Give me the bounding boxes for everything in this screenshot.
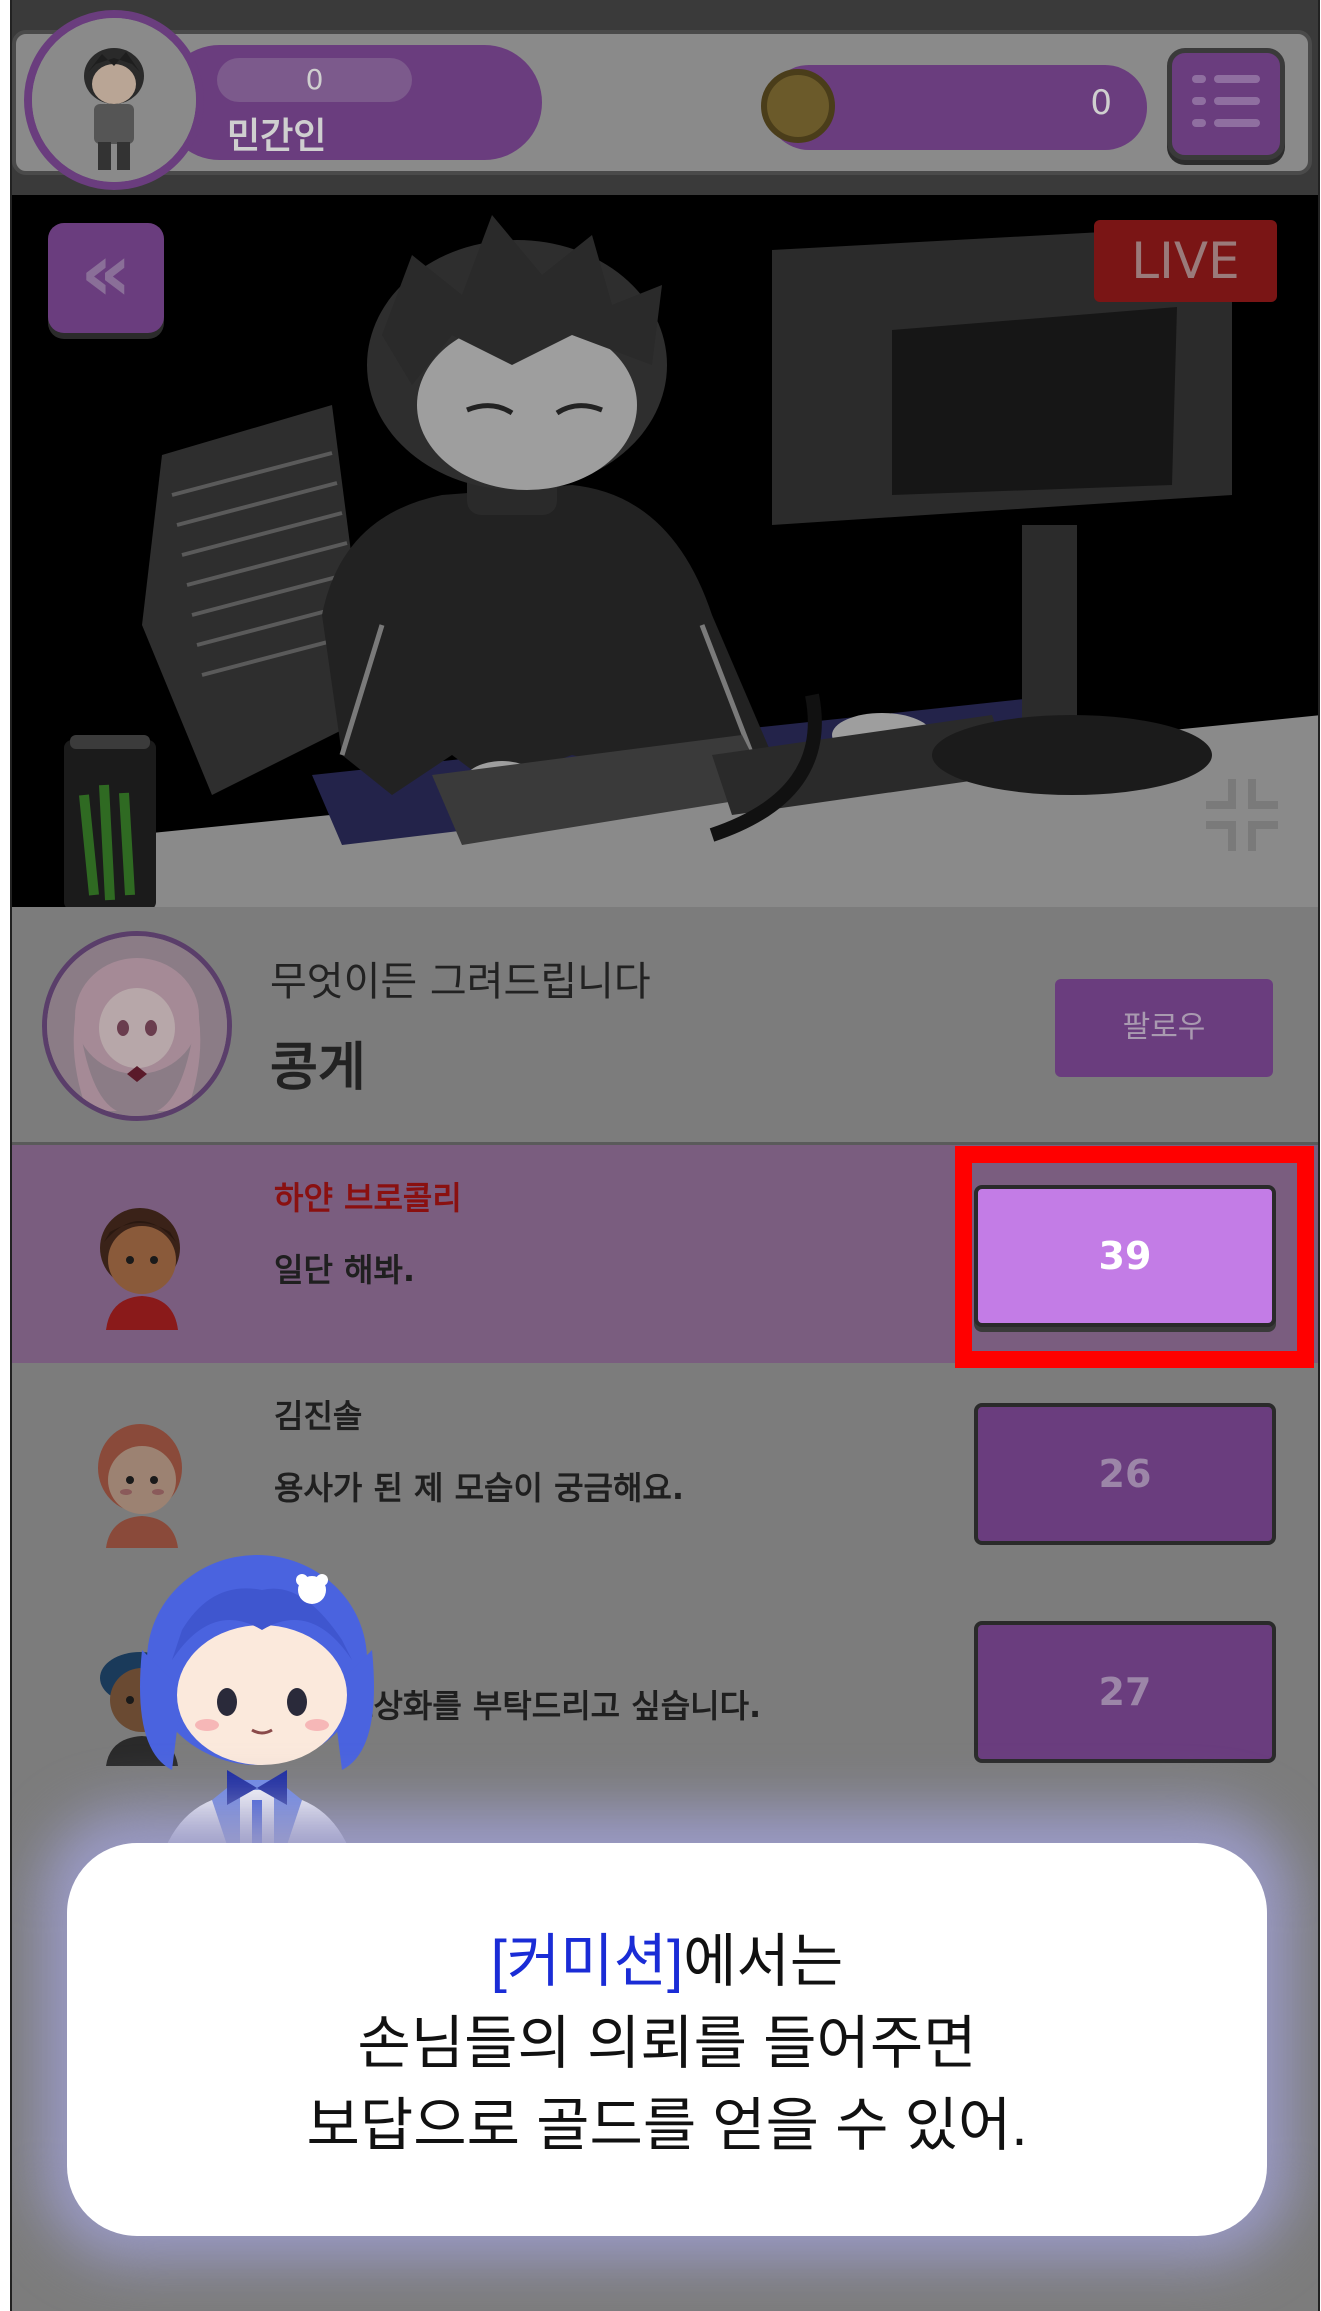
gold-coin-icon	[761, 69, 835, 143]
back-button[interactable]: «	[48, 223, 164, 333]
game-screen: 0 민간인 0 « LIVE 무엇이든 그려드립니다 콩게 팔로우 하얀 브로콜…	[10, 0, 1320, 2311]
accept-commission-button[interactable]: 39	[974, 1185, 1276, 1327]
shrink-icon[interactable]	[1202, 775, 1282, 855]
player-title: 민간인	[227, 116, 327, 157]
streamer-subtitle: 무엇이든 그려드립니다	[270, 959, 651, 1005]
streamer-avatar[interactable]	[42, 931, 232, 1121]
player-avatar[interactable]	[24, 10, 204, 190]
player-info-panel: 0 민간인	[162, 45, 542, 160]
streamer-name: 콩게	[270, 1038, 366, 1098]
customer-name: 김진솔	[274, 1397, 363, 1435]
live-badge: LIVE	[1094, 220, 1277, 302]
streamer-character-icon	[47, 936, 227, 1116]
customer-name: 하얀 브로콜리	[274, 1179, 462, 1217]
follow-button[interactable]: 팔로우	[1055, 979, 1273, 1077]
dialog-line-1: [커미션]에서는	[67, 1921, 1267, 2003]
double-chevron-left-icon: «	[80, 226, 132, 319]
player-level: 0	[217, 58, 412, 102]
customer-request: 일단 해봐.	[274, 1251, 416, 1289]
live-stream-view: « LIVE	[12, 195, 1318, 907]
dialog-line-2: 손님들의 의뢰를 들어주면	[357, 2011, 977, 2076]
dialog-keyword: [커미션]	[490, 1929, 684, 1994]
tutorial-dialog[interactable]: [커미션]에서는 손님들의 의뢰를 들어주면 보답으로 골드를 얻을 수 있어.	[67, 1843, 1267, 2236]
player-character-icon	[32, 18, 196, 182]
accept-commission-button[interactable]: 26	[974, 1403, 1276, 1545]
menu-button[interactable]	[1167, 48, 1285, 160]
dialog-line-1-rest: 에서는	[683, 1929, 844, 1994]
dialog-text: [커미션]에서는 손님들의 의뢰를 들어주면 보답으로 골드를 얻을 수 있어.	[67, 1921, 1267, 2167]
gold-panel: 0	[761, 65, 1147, 150]
top-status-bar: 0 민간인 0	[12, 0, 1318, 195]
commission-row: 하얀 브로콜리 일단 해봐. 39	[12, 1145, 1318, 1363]
accept-commission-button[interactable]: 27	[974, 1621, 1276, 1763]
gold-amount: 0	[1090, 83, 1112, 123]
dialog-line-3: 보답으로 골드를 얻을 수 있어.	[306, 2093, 1028, 2158]
customer-request: 용사가 된 제 모습이 궁금해요.	[274, 1469, 684, 1507]
streamer-info-row: 무엇이든 그려드립니다 콩게 팔로우	[12, 907, 1318, 1145]
customer-avatar	[100, 1208, 180, 1330]
